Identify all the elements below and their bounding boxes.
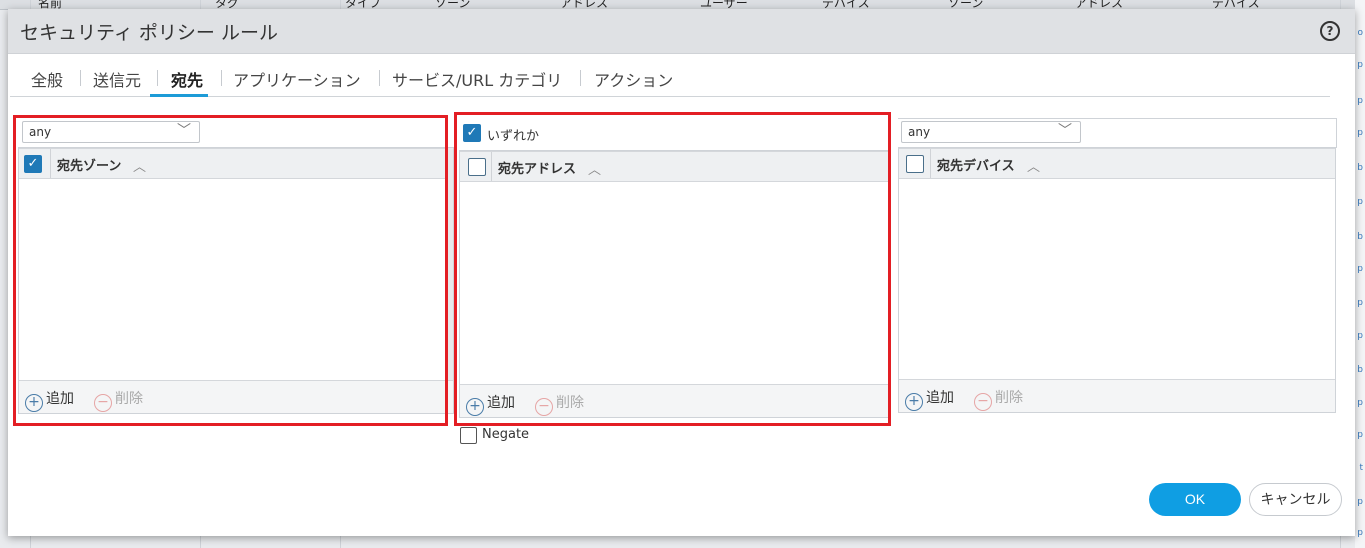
select-all-addresses-checkbox[interactable] bbox=[468, 158, 486, 176]
destination-address-panel: 宛先アドレス ︿ + 追加 − 削除 bbox=[459, 150, 889, 418]
destination-device-select[interactable]: any ﹀ bbox=[901, 121, 1081, 143]
add-device-button[interactable]: + 追加 bbox=[905, 387, 954, 411]
destination-device-column-label[interactable]: 宛先デバイス bbox=[937, 155, 1015, 174]
active-tab-indicator bbox=[150, 94, 208, 97]
tab-separator bbox=[157, 70, 158, 86]
negate-label: Negate bbox=[482, 427, 530, 442]
background-right-column: o p p p b p b p p p b p p t p p bbox=[1355, 0, 1365, 548]
destination-zone-select-value: any bbox=[29, 125, 52, 139]
bg-right-letter: p bbox=[1357, 528, 1363, 538]
dialog-header: セキュリティ ポリシー ルール ? bbox=[8, 9, 1355, 54]
delete-zone-button[interactable]: − 削除 bbox=[94, 388, 143, 412]
delete-zone-label: 削除 bbox=[115, 391, 143, 407]
chevron-down-icon: ﹀ bbox=[1058, 123, 1072, 139]
destination-device-column-header: 宛先デバイス ︿ bbox=[899, 148, 1335, 179]
bg-right-letter: o bbox=[1357, 28, 1363, 38]
zone-panel-footer: + 追加 − 削除 bbox=[19, 380, 453, 413]
check-icon: ✓ bbox=[463, 124, 481, 142]
delete-device-label: 削除 bbox=[995, 390, 1023, 406]
bg-right-letter: p bbox=[1357, 430, 1363, 440]
tab-application[interactable]: アプリケーション bbox=[233, 67, 361, 91]
tab-destination[interactable]: 宛先 bbox=[171, 67, 203, 91]
column-divider bbox=[491, 152, 492, 181]
add-device-label: 追加 bbox=[926, 390, 954, 406]
cancel-button[interactable]: キャンセル bbox=[1249, 483, 1342, 516]
tab-service-url-category[interactable]: サービス/URL カテゴリ bbox=[392, 67, 562, 91]
tab-bar: 全般 送信元 宛先 アプリケーション サービス/URL カテゴリ アクション bbox=[10, 63, 1330, 97]
chevron-down-icon: ﹀ bbox=[177, 123, 191, 139]
help-icon[interactable]: ? bbox=[1320, 21, 1340, 41]
tab-general[interactable]: 全般 bbox=[31, 67, 63, 91]
bg-right-letter: p bbox=[1357, 128, 1363, 138]
column-divider bbox=[50, 149, 51, 178]
destination-device-select-value: any bbox=[908, 125, 931, 139]
destination-zone-column-label[interactable]: 宛先ゾーン bbox=[57, 155, 121, 174]
device-panel-edge bbox=[1336, 118, 1337, 148]
minus-icon: − bbox=[94, 394, 112, 412]
bg-right-letter: b bbox=[1357, 232, 1363, 242]
device-panel-top-edge bbox=[898, 118, 1337, 119]
device-panel-footer: + 追加 − 削除 bbox=[899, 379, 1335, 412]
bg-right-letter: b bbox=[1357, 365, 1363, 375]
chevron-up-icon[interactable]: ︿ bbox=[133, 156, 146, 175]
destination-address-column-header: 宛先アドレス ︿ bbox=[460, 151, 888, 182]
destination-zone-panel: ✓ 宛先ゾーン ︿ + 追加 − 削除 bbox=[18, 147, 454, 414]
plus-icon: + bbox=[466, 398, 484, 416]
destination-zone-select[interactable]: any ﹀ bbox=[22, 121, 200, 143]
add-zone-button[interactable]: + 追加 bbox=[25, 388, 74, 412]
bg-right-letter: p bbox=[1357, 96, 1363, 106]
select-all-zones-checkbox[interactable]: ✓ bbox=[24, 155, 42, 173]
bg-right-letter: p bbox=[1357, 60, 1363, 70]
negate-checkbox-box bbox=[460, 427, 477, 444]
address-panel-footer: + 追加 − 削除 bbox=[460, 384, 888, 417]
destination-device-panel: 宛先デバイス ︿ + 追加 − 削除 bbox=[898, 147, 1336, 413]
ok-button[interactable]: OK bbox=[1149, 483, 1241, 516]
tab-actions[interactable]: アクション bbox=[594, 67, 673, 91]
bg-right-letter: p bbox=[1357, 264, 1363, 274]
select-all-devices-checkbox[interactable] bbox=[906, 155, 924, 173]
tab-source[interactable]: 送信元 bbox=[93, 67, 141, 91]
delete-address-button[interactable]: − 削除 bbox=[535, 392, 584, 416]
tab-separator bbox=[379, 70, 380, 86]
chevron-up-icon[interactable]: ︿ bbox=[1027, 156, 1040, 175]
plus-icon: + bbox=[25, 394, 43, 412]
tab-separator bbox=[221, 70, 222, 86]
dialog-title: セキュリティ ポリシー ルール bbox=[20, 22, 278, 44]
delete-device-button[interactable]: − 削除 bbox=[974, 387, 1023, 411]
bg-right-letter: p bbox=[1357, 398, 1363, 408]
add-address-button[interactable]: + 追加 bbox=[466, 392, 515, 416]
delete-address-label: 削除 bbox=[556, 395, 584, 411]
bg-right-letter: t bbox=[1359, 463, 1363, 473]
any-address-label: いずれか bbox=[487, 129, 540, 144]
chevron-up-icon[interactable]: ︿ bbox=[588, 159, 601, 178]
tab-separator bbox=[580, 70, 581, 86]
add-zone-label: 追加 bbox=[46, 391, 74, 407]
tab-separator bbox=[80, 70, 81, 86]
destination-address-column-label[interactable]: 宛先アドレス bbox=[498, 158, 576, 177]
bg-right-letter: p bbox=[1357, 497, 1363, 507]
destination-zone-column-header: ✓ 宛先ゾーン ︿ bbox=[19, 148, 453, 179]
bg-right-letter: p bbox=[1357, 298, 1363, 308]
bg-right-letter: p bbox=[1357, 331, 1363, 341]
minus-icon: − bbox=[535, 398, 553, 416]
bg-right-letter: p bbox=[1357, 197, 1363, 207]
add-address-label: 追加 bbox=[487, 395, 515, 411]
zone-list-scrollbar[interactable] bbox=[447, 148, 453, 381]
bg-right-letter: b bbox=[1357, 163, 1363, 173]
minus-icon: − bbox=[974, 393, 992, 411]
column-divider bbox=[930, 149, 931, 178]
plus-icon: + bbox=[905, 393, 923, 411]
